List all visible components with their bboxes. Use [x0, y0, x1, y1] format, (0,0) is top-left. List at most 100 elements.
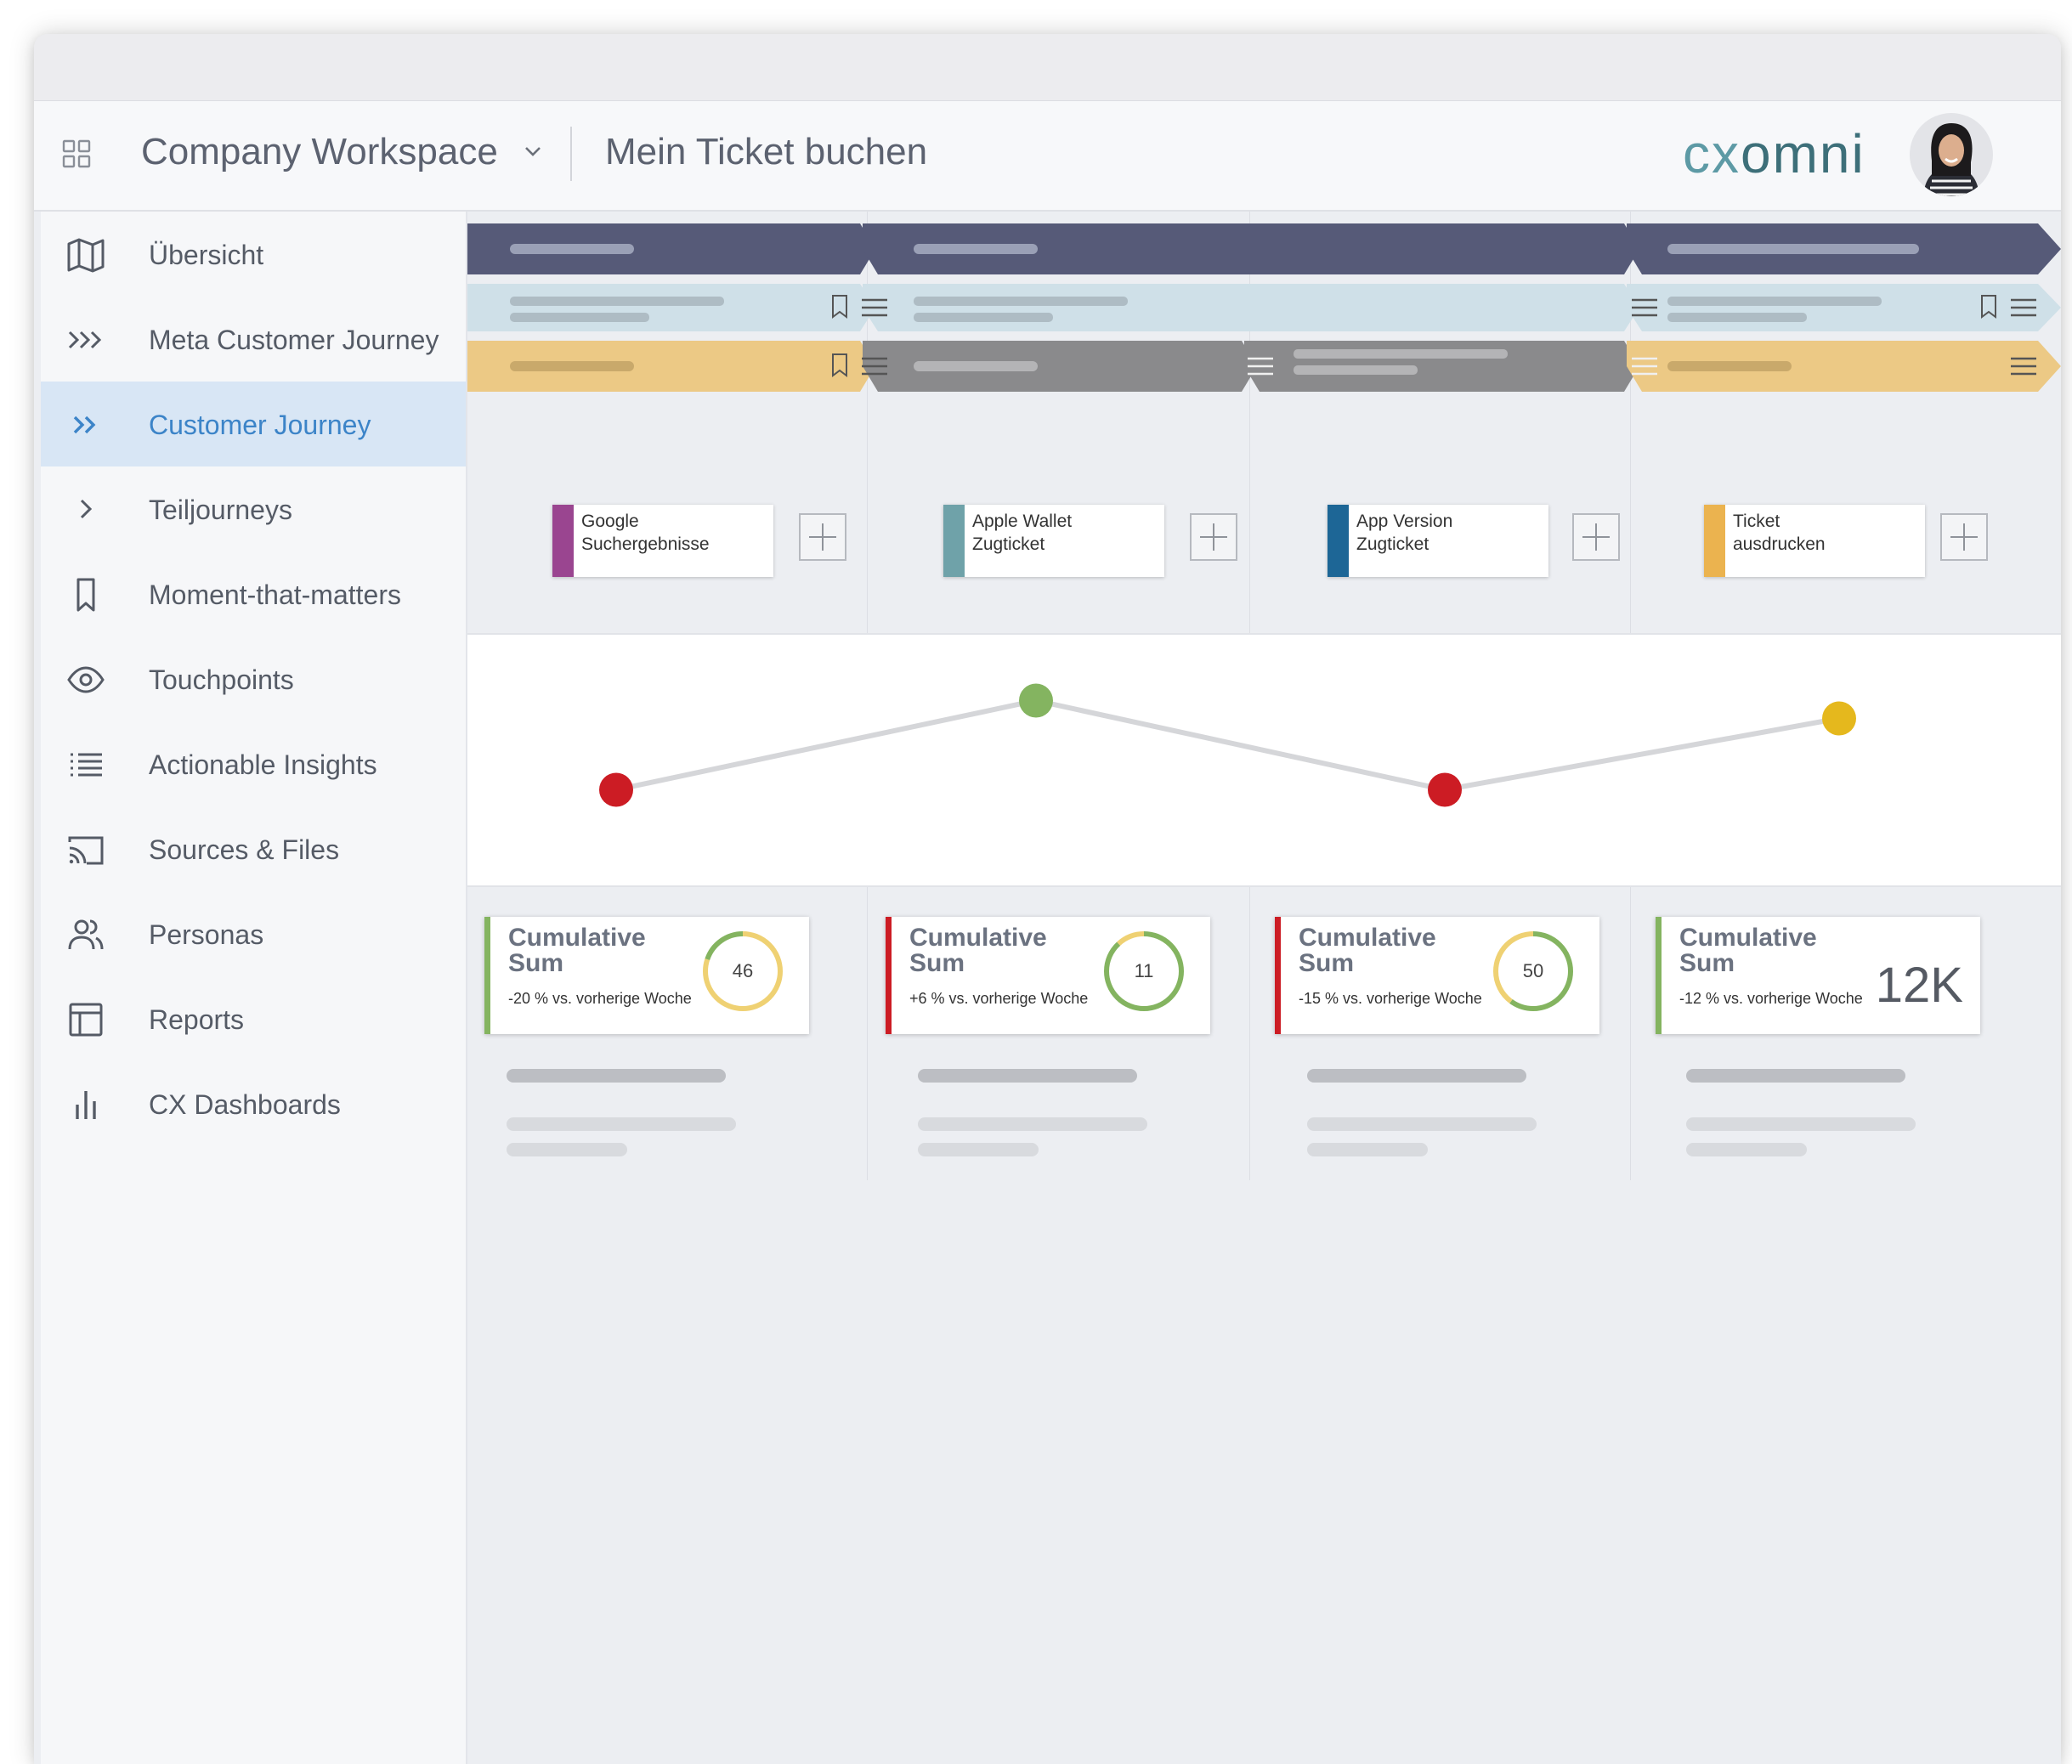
add-touchpoint-button[interactable]: [1572, 513, 1620, 561]
kpi-donut: 46: [703, 931, 783, 1011]
touchpoint-card[interactable]: Apple Wallet Zugticket: [943, 505, 1164, 577]
journey-stage-band: [467, 223, 2061, 392]
touchpoint-color-bar: [1704, 505, 1725, 577]
apps-grid-icon[interactable]: [61, 139, 92, 169]
sidebar-item-label: Actionable Insights: [149, 749, 377, 780]
kpi-card[interactable]: Cumulative Sum -15 % vs. vorherige Woche…: [1275, 917, 1599, 1034]
plus-icon: [1582, 523, 1610, 551]
bookmark-icon: [76, 578, 95, 612]
kpi-title: Cumulative Sum: [909, 924, 1047, 977]
touchpoint-card[interactable]: Ticket ausdrucken: [1704, 505, 1925, 577]
emotion-point[interactable]: [599, 772, 633, 807]
sub-stage-arrow[interactable]: [467, 284, 875, 331]
add-touchpoint-button[interactable]: [1940, 513, 1988, 561]
plus-icon: [809, 523, 836, 551]
placeholder-line: [1686, 1069, 1905, 1083]
sidebar: Übersicht Meta Customer Journey Customer…: [41, 212, 467, 1764]
kpi-title: Cumulative Sum: [1299, 924, 1436, 977]
kpi-delta: -20 % vs. vorherige Woche: [508, 990, 692, 1007]
add-touchpoint-button[interactable]: [799, 513, 846, 561]
triple-chevron-icon: [68, 331, 102, 349]
kpi-title: Cumulative Sum: [1679, 924, 1817, 977]
kpi-accent-bar: [1275, 917, 1281, 1034]
user-avatar[interactable]: [1910, 113, 1993, 196]
sidebar-item-label: CX Dashboards: [149, 1089, 341, 1120]
double-chevron-icon: [73, 416, 96, 434]
touchpoint-label: Google Suchergebnisse: [581, 512, 710, 554]
sidebar-item-label: Meta Customer Journey: [149, 325, 439, 355]
header-divider: [570, 127, 572, 181]
sidebar-item-personas[interactable]: Personas: [41, 891, 466, 976]
chevron-right-icon: [80, 499, 93, 519]
sub-stage-arrow[interactable]: [863, 284, 1639, 331]
users-icon: [68, 919, 104, 950]
touchpoint-color-bar: [1328, 505, 1349, 577]
kpi-accent-bar: [886, 917, 892, 1034]
kpi-card[interactable]: Cumulative Sum -12 % vs. vorherige Woche…: [1656, 917, 1980, 1034]
placeholder-line: [1307, 1143, 1428, 1156]
kpi-delta: +6 % vs. vorherige Woche: [909, 990, 1089, 1007]
chevron-down-icon[interactable]: [522, 140, 544, 162]
placeholder-line: [1307, 1069, 1526, 1083]
workspace-selector[interactable]: Company Workspace: [141, 127, 498, 178]
touchpoint-color-bar: [552, 505, 574, 577]
kpi-card[interactable]: Cumulative Sum +6 % vs. vorherige Woche …: [886, 917, 1210, 1034]
add-touchpoint-button[interactable]: [1190, 513, 1237, 561]
sidebar-item-label: Customer Journey: [149, 410, 371, 440]
kpi-donut: 11: [1104, 931, 1184, 1011]
touchpoint-label: App Version Zugticket: [1356, 512, 1453, 554]
sidebar-item-cx-dashboards[interactable]: CX Dashboards: [41, 1061, 466, 1146]
placeholder-line: [918, 1117, 1147, 1131]
sidebar-item-label: Personas: [149, 919, 264, 950]
sidebar-item-touchpoints[interactable]: Touchpoints: [41, 636, 466, 721]
map-icon: [67, 238, 105, 273]
placeholder-line: [918, 1069, 1137, 1083]
sidebar-item-sources-files[interactable]: Sources & Files: [41, 806, 466, 891]
page-title: Mein Ticket buchen: [605, 131, 928, 172]
emotion-point[interactable]: [1822, 701, 1856, 736]
sidebar-item-reports[interactable]: Reports: [41, 976, 466, 1061]
touchpoint-color-bar: [943, 505, 965, 577]
kpi-title: Cumulative Sum: [508, 924, 646, 977]
sidebar-item-actionable-insights[interactable]: Actionable Insights: [41, 721, 466, 806]
sidebar-item-moment-that-matters[interactable]: Moment-that-matters: [41, 551, 466, 636]
kpi-delta: -15 % vs. vorherige Woche: [1299, 990, 1482, 1007]
sidebar-item-label: Teiljourneys: [149, 495, 292, 525]
sidebar-item-customer-journey[interactable]: Customer Journey: [41, 382, 466, 466]
sidebar-item-label: Moment-that-matters: [149, 580, 401, 610]
list-icon: [71, 753, 102, 777]
emotion-curve-line: [615, 698, 1840, 793]
journey-canvas: Google Suchergebnisse Apple Wallet Zugti…: [467, 212, 2061, 1764]
placeholder-line: [918, 1143, 1039, 1156]
app-window: Company Workspace Mein Ticket buchen cxo…: [34, 34, 2061, 1764]
kpi-card[interactable]: Cumulative Sum -20 % vs. vorherige Woche…: [484, 917, 809, 1034]
placeholder-line: [1307, 1117, 1537, 1131]
kpi-accent-bar: [484, 917, 490, 1034]
touchpoint-card[interactable]: App Version Zugticket: [1328, 505, 1548, 577]
kpi-accent-bar: [1656, 917, 1662, 1034]
placeholder-line: [507, 1117, 736, 1131]
eye-icon: [67, 666, 105, 693]
kpi-delta: -12 % vs. vorherige Woche: [1679, 990, 1863, 1007]
placeholder-line: [1686, 1117, 1916, 1131]
placeholder-line: [507, 1069, 726, 1083]
sidebar-item-label: Touchpoints: [149, 664, 294, 695]
emotion-curve-panel: [467, 633, 2061, 887]
sidebar-item-meta-customer-journey[interactable]: Meta Customer Journey: [41, 297, 466, 382]
kpi-donut: 50: [1493, 931, 1573, 1011]
plus-icon: [1200, 523, 1227, 551]
cxomni-logo: cxomni: [1683, 123, 1865, 184]
sidebar-item-label: Sources & Files: [149, 834, 340, 865]
emotion-curve-chart: [599, 683, 1856, 807]
sidebar-item-teiljourneys[interactable]: Teiljourneys: [41, 466, 466, 551]
kpi-value: 50: [1523, 960, 1543, 981]
app-header: Company Workspace Mein Ticket buchen cxo…: [34, 101, 2061, 212]
kpi-value: 12K: [1875, 958, 1963, 1013]
sidebar-item-uebersicht[interactable]: Übersicht: [41, 212, 466, 297]
cast-icon: [68, 836, 104, 865]
touchpoint-label: Apple Wallet Zugticket: [972, 512, 1073, 554]
touchpoint-card[interactable]: Google Suchergebnisse: [552, 505, 773, 577]
sidebar-item-label: Übersicht: [149, 240, 264, 270]
emotion-point[interactable]: [1019, 683, 1053, 718]
emotion-point[interactable]: [1428, 772, 1462, 807]
